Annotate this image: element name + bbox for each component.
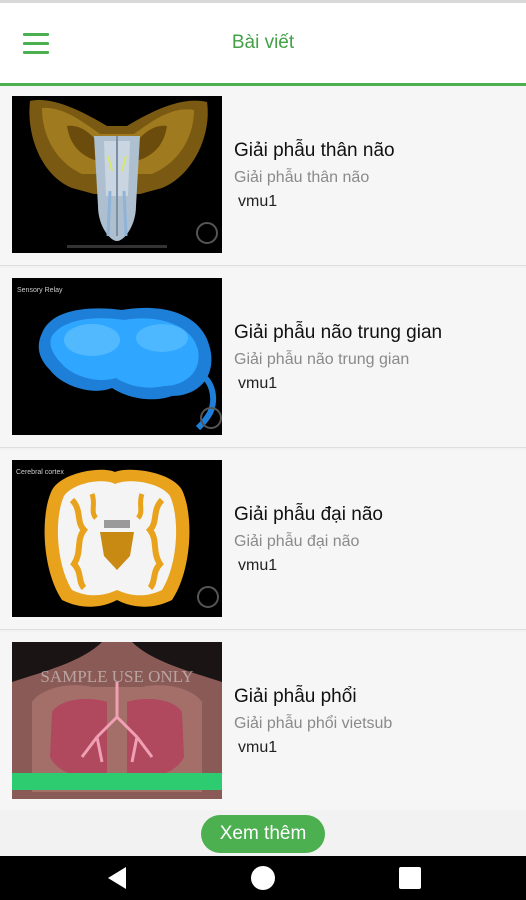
article-thumbnail-cerebrum: Cerebral cortex xyxy=(12,460,222,617)
article-author: vmu1 xyxy=(238,557,278,574)
thumbnail-caption: Cerebral cortex xyxy=(16,469,64,476)
back-triangle-icon[interactable] xyxy=(87,856,147,900)
article-subtitle: Giải phẫu phổi vietsub xyxy=(234,715,393,732)
article-subtitle: Giải phẫu thân não xyxy=(234,169,370,186)
article-title: Giải phẫu não trung gian xyxy=(234,322,443,343)
article-author: vmu1 xyxy=(238,375,278,392)
article-subtitle: Giải phẫu não trung gian xyxy=(234,351,410,368)
article-card[interactable]: Giải phẫu thân não Giải phẫu thân não vm… xyxy=(0,86,526,266)
thumbnail-caption: Sensory Relay xyxy=(17,287,63,294)
article-author: vmu1 xyxy=(238,193,278,210)
article-subtitle: Giải phẫu đại não xyxy=(234,533,360,550)
article-title: Giải phẫu thân não xyxy=(234,140,395,161)
recents-square-icon[interactable] xyxy=(380,856,440,900)
app-bar: Bài viết xyxy=(0,3,526,83)
article-thumbnail-lungs: SAMPLE USE ONLY xyxy=(12,642,222,799)
home-circle-icon[interactable] xyxy=(233,856,293,900)
thumbnail-watermark: SAMPLE USE ONLY xyxy=(40,667,193,686)
article-thumbnail-diencephalon: Sensory Relay xyxy=(12,278,222,435)
article-author: vmu1 xyxy=(238,739,278,756)
article-thumbnail-brainstem xyxy=(12,96,222,253)
article-list: Giải phẫu thân não Giải phẫu thân não vm… xyxy=(0,86,526,810)
article-card[interactable]: Cerebral cortex Giải phẫu đại não Giải p… xyxy=(0,450,526,630)
article-title: Giải phẫu phổi xyxy=(234,686,357,707)
article-card[interactable]: SAMPLE USE ONLY Giải phẫu phổi Giải phẫu… xyxy=(0,632,526,810)
article-title: Giải phẫu đại não xyxy=(234,504,383,525)
article-card[interactable]: Sensory Relay Giải phẫu não trung gian G… xyxy=(0,268,526,448)
load-more-area: Xem thêm xyxy=(0,810,526,856)
page-title: Bài viết xyxy=(231,32,295,53)
system-navigation-bar xyxy=(0,856,526,900)
load-more-button[interactable]: Xem thêm xyxy=(201,815,325,853)
